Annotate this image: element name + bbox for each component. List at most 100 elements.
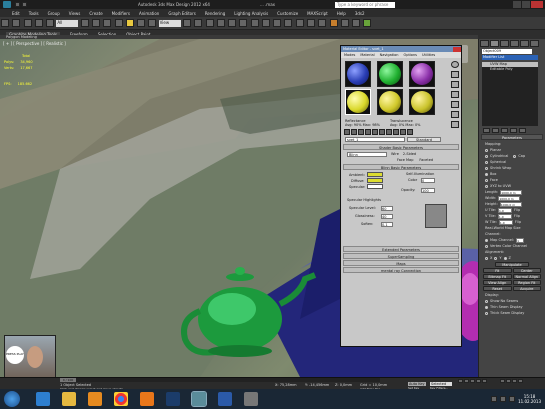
link-icon[interactable] xyxy=(23,19,32,27)
redo-icon[interactable] xyxy=(12,19,21,27)
configure-sets-icon[interactable] xyxy=(519,128,526,133)
menu-item[interactable]: Rendering xyxy=(205,11,225,16)
face-map-checkbox[interactable]: Face Map xyxy=(397,158,413,162)
orbit-icon[interactable] xyxy=(512,379,517,383)
start-button[interactable] xyxy=(4,391,20,407)
sample-type-icon[interactable] xyxy=(451,61,459,68)
scale-icon[interactable] xyxy=(148,19,157,27)
sample-slot[interactable] xyxy=(345,61,371,87)
window-min-button[interactable] xyxy=(513,1,521,8)
video-color-icon[interactable] xyxy=(451,101,459,108)
assign-material-icon[interactable] xyxy=(358,129,364,135)
modify-tab-icon[interactable] xyxy=(490,40,499,47)
curve-editor-icon[interactable] xyxy=(307,19,316,27)
menu-item[interactable]: Edit xyxy=(12,11,20,16)
sample-slot[interactable] xyxy=(377,89,403,115)
move-icon[interactable] xyxy=(125,19,134,27)
sample-slot[interactable] xyxy=(345,89,371,115)
chrome-icon[interactable] xyxy=(114,392,128,406)
menu-item[interactable]: Graph Editors xyxy=(168,11,195,16)
soften-value[interactable]: 0.1 xyxy=(381,222,393,227)
goto-start-icon[interactable] xyxy=(458,379,463,383)
graphite-toggle-icon[interactable] xyxy=(295,19,304,27)
menu-item[interactable]: Create xyxy=(89,11,102,16)
pin-stack-icon[interactable] xyxy=(483,128,490,133)
firefox-icon[interactable] xyxy=(140,392,154,406)
two-sided-checkbox[interactable]: 2-Sided xyxy=(403,152,416,156)
maximize-viewport-icon[interactable] xyxy=(518,379,523,383)
time-slider[interactable] xyxy=(60,378,380,382)
wire-checkbox[interactable]: Wire xyxy=(391,152,399,156)
put-material-icon[interactable] xyxy=(351,129,357,135)
material-type-button[interactable]: Standard xyxy=(407,137,441,142)
search-input[interactable]: Type a keyword or phrase xyxy=(335,1,396,8)
reference-coord-dropdown[interactable]: View xyxy=(158,20,181,27)
coord-x[interactable]: X: 75,28mm xyxy=(275,383,297,387)
media-player-icon[interactable] xyxy=(88,392,102,406)
make-unique-icon[interactable] xyxy=(372,129,378,135)
self-illum-value[interactable]: 0 xyxy=(421,178,435,183)
word-icon[interactable] xyxy=(218,392,232,406)
menu-item[interactable]: Help xyxy=(337,11,346,16)
material-id-icon[interactable] xyxy=(386,129,392,135)
app-icon[interactable] xyxy=(244,392,258,406)
uv-tiling-icon[interactable] xyxy=(451,91,459,98)
me-menu-item[interactable]: Modes xyxy=(344,53,355,57)
pan-icon[interactable] xyxy=(506,379,511,383)
acquire-button[interactable]: Acquire xyxy=(512,286,541,291)
goto-end-icon[interactable] xyxy=(482,379,487,383)
align-icon[interactable] xyxy=(273,19,282,27)
percent-snap-icon[interactable] xyxy=(228,19,237,27)
motion-tab-icon[interactable] xyxy=(510,40,519,47)
shader-basic-rollout[interactable]: Shader Basic Parameters xyxy=(343,144,459,150)
modifier-list-dropdown[interactable]: Modifier List xyxy=(482,55,538,60)
object-name-field[interactable]: Object009 xyxy=(482,49,532,54)
render-frame-icon[interactable] xyxy=(352,19,361,27)
material-editor-icon[interactable] xyxy=(329,19,338,27)
height-field[interactable]: 1000,0 m xyxy=(499,201,522,207)
options-icon[interactable] xyxy=(451,121,459,128)
undo-icon[interactable] xyxy=(1,19,9,27)
network-icon[interactable] xyxy=(500,396,507,402)
region-fit-button[interactable]: Region Fit xyxy=(512,280,541,285)
make-unique-icon[interactable] xyxy=(501,128,508,133)
glossiness-value[interactable]: 40 xyxy=(381,214,393,219)
faceted-checkbox[interactable]: Faceted xyxy=(419,158,433,162)
supersampling-rollout[interactable]: SuperSampling xyxy=(343,253,459,259)
create-tab-icon[interactable] xyxy=(480,40,489,47)
flip-checkbox[interactable]: Flip xyxy=(514,214,520,218)
3dsmax-icon[interactable] xyxy=(191,391,207,407)
close-icon[interactable] xyxy=(453,46,461,52)
put-library-icon[interactable] xyxy=(379,129,385,135)
backlight-icon[interactable] xyxy=(451,71,459,78)
coord-z[interactable]: Z: 0,0mm xyxy=(335,383,352,387)
normal-align-button[interactable]: Normal Align xyxy=(512,274,541,279)
bitmap-fit-button[interactable]: Bitmap Fit xyxy=(483,274,512,279)
selection-filter-dropdown[interactable]: All xyxy=(56,20,79,27)
me-menu-item[interactable]: Utilities xyxy=(422,53,435,57)
sample-slot[interactable] xyxy=(409,89,435,115)
utile-field[interactable]: 1,0 xyxy=(497,207,512,213)
me-menu-item[interactable]: Options xyxy=(403,53,417,57)
fit-button[interactable]: Fit xyxy=(483,268,512,273)
select-manipulate-icon[interactable] xyxy=(194,19,203,27)
app-logo-icon[interactable] xyxy=(3,1,11,8)
menu-item[interactable]: Lighting Analysis xyxy=(234,11,268,16)
view-align-button[interactable]: View Align xyxy=(483,280,512,285)
extended-params-rollout[interactable]: Extended Parameters xyxy=(343,246,459,252)
ie-icon[interactable] xyxy=(36,392,50,406)
menu-item[interactable]: Customize xyxy=(277,11,298,16)
mental-ray-rollout[interactable]: mental ray Connection xyxy=(343,267,459,273)
select-by-name-icon[interactable] xyxy=(91,19,100,27)
next-frame-icon[interactable] xyxy=(476,379,481,383)
wtile-field[interactable]: 1,0 xyxy=(498,219,513,225)
specular-swatch[interactable] xyxy=(367,184,383,189)
language-icon[interactable] xyxy=(491,396,498,402)
parameters-rollout[interactable]: Parameters xyxy=(481,134,543,140)
menu-item[interactable]: Group xyxy=(48,11,60,16)
stack-item-poly[interactable]: Editable Poly xyxy=(482,67,538,72)
viewport-label[interactable]: [ + ] [ Perspective ] [ Realistic ] xyxy=(3,41,66,46)
get-material-icon[interactable] xyxy=(344,129,350,135)
menu-item[interactable]: 3ds2 xyxy=(355,11,365,16)
bind-space-warp-icon[interactable] xyxy=(46,19,55,27)
